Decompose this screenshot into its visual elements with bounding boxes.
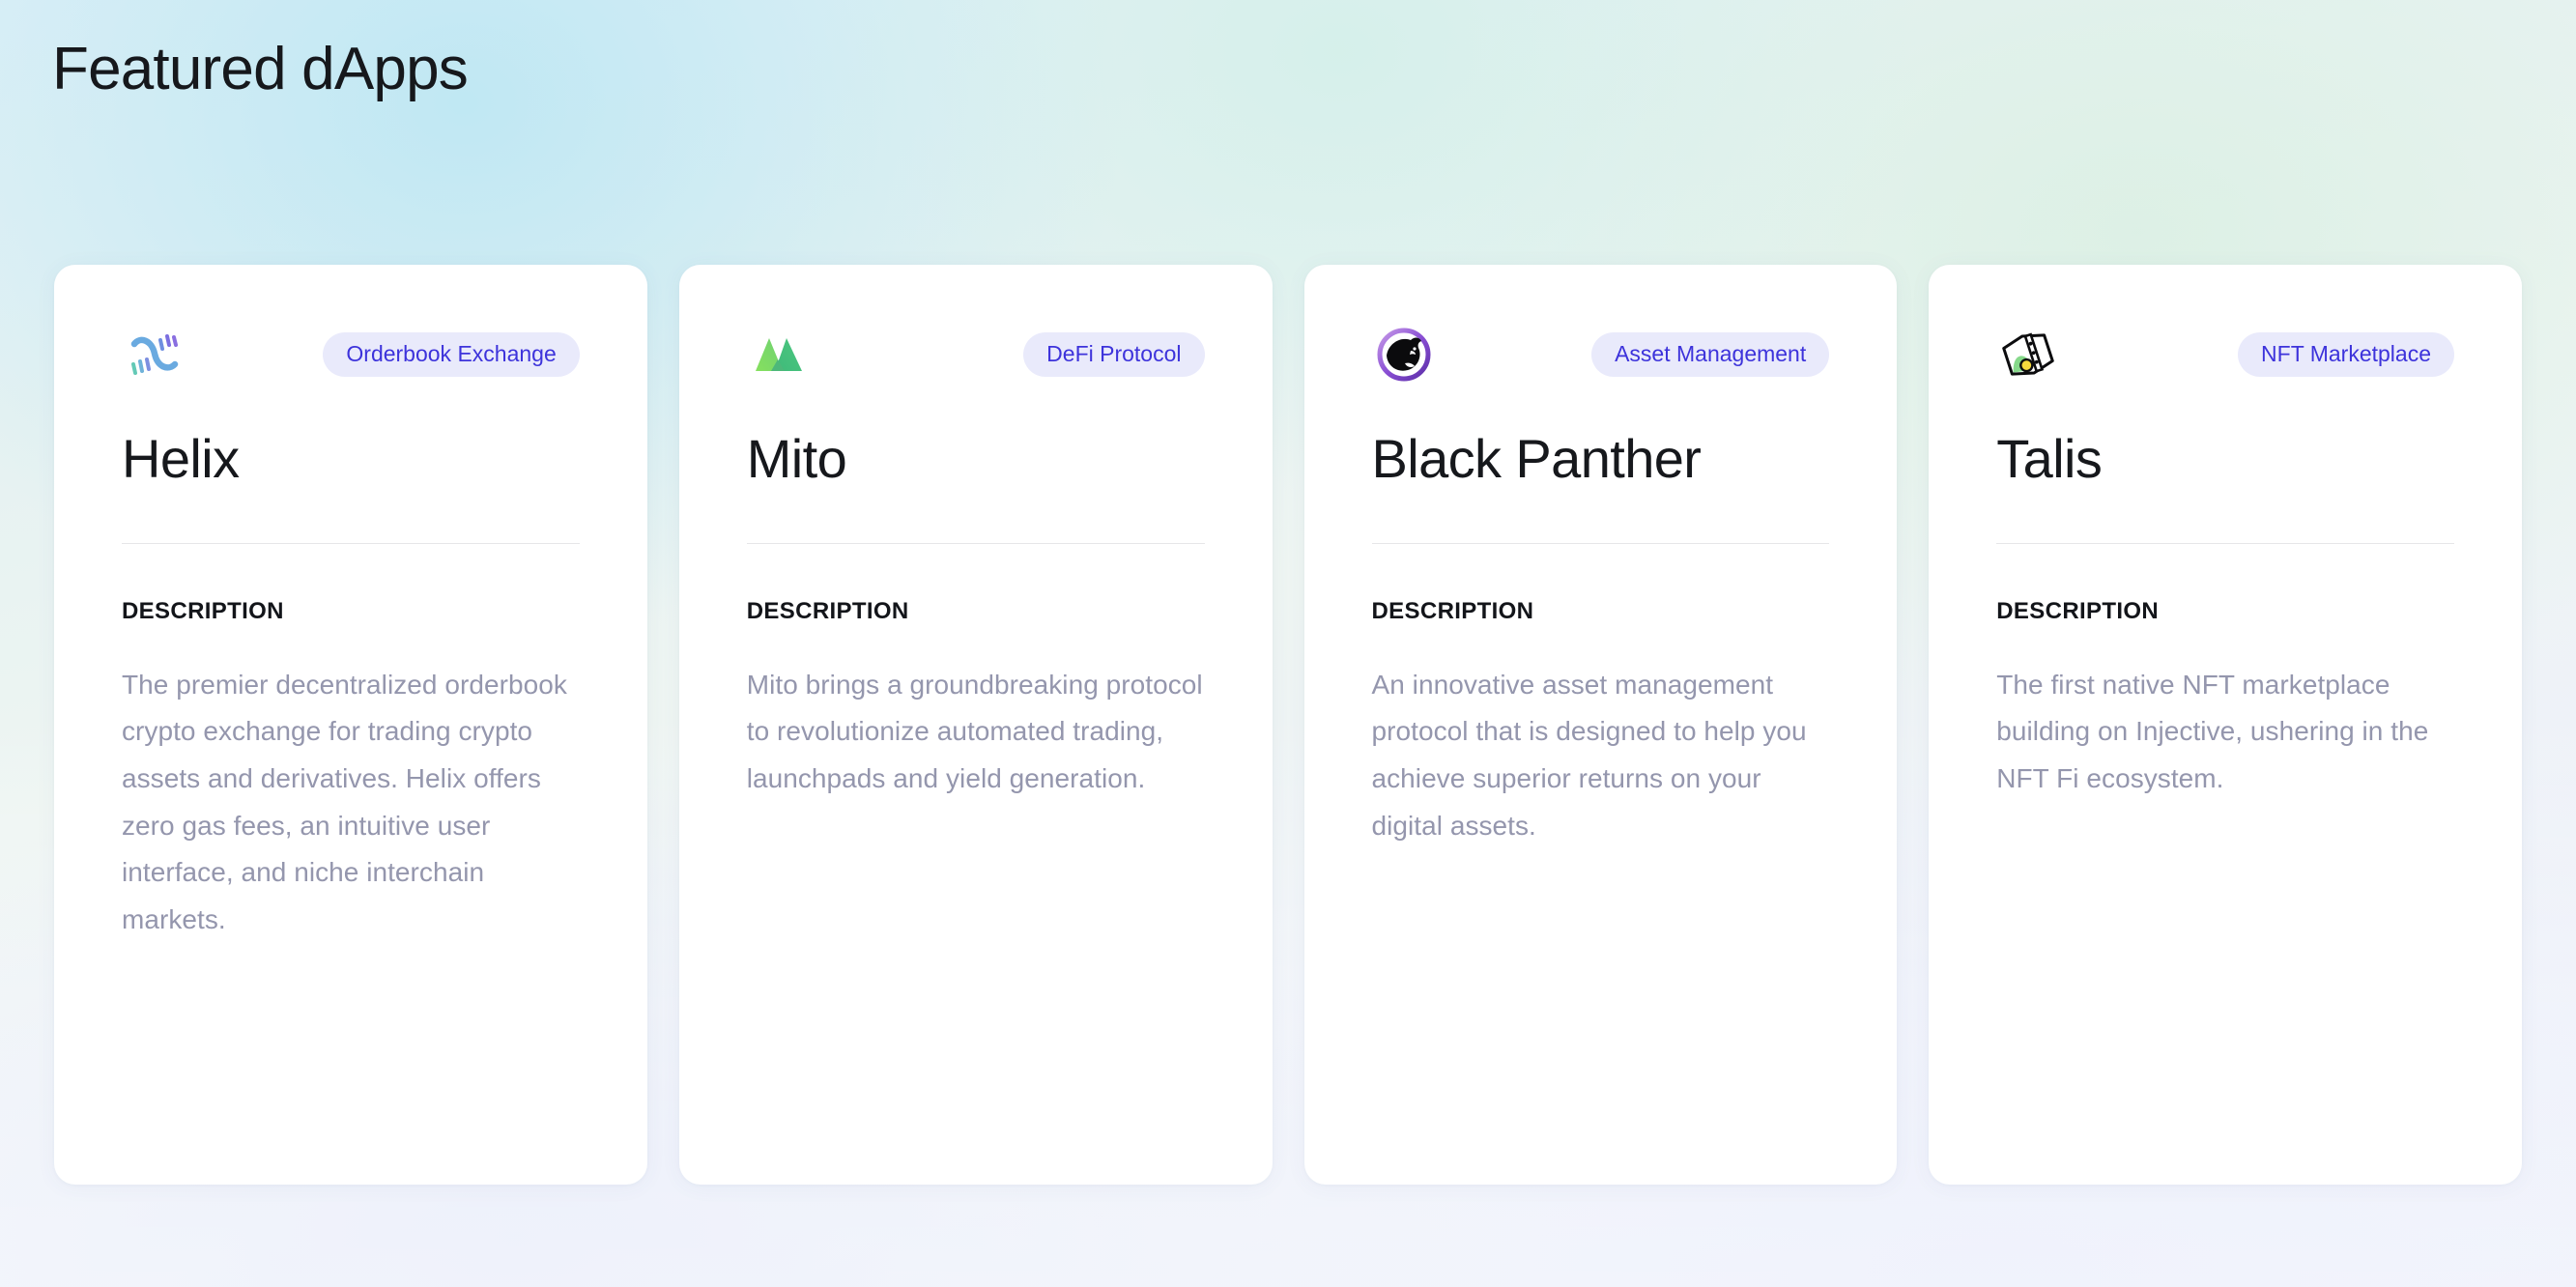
dapp-category-badge[interactable]: Orderbook Exchange xyxy=(323,332,580,377)
card-header: Orderbook Exchange xyxy=(122,323,580,386)
card-divider xyxy=(1371,542,1830,544)
dapp-name: Mito xyxy=(746,428,847,489)
page-title: Featured dApps xyxy=(52,36,469,102)
dapp-name: Black Panther xyxy=(1371,428,1702,489)
featured-dapps-page: Featured dApps Orderbook Exchange Helix … xyxy=(0,0,2576,1287)
description-label: DESCRIPTION xyxy=(1996,597,2160,624)
dapp-category-badge[interactable]: DeFi Protocol xyxy=(1023,332,1205,377)
description-label: DESCRIPTION xyxy=(122,597,284,624)
card-header: Asset Management xyxy=(1372,323,1830,386)
card-divider xyxy=(746,542,1205,544)
card-divider xyxy=(122,542,580,544)
card-divider xyxy=(1996,542,2454,544)
description-label: DESCRIPTION xyxy=(1371,597,1534,624)
dapp-name: Helix xyxy=(122,428,240,489)
dapp-card-mito[interactable]: DeFi Protocol Mito DESCRIPTION Mito brin… xyxy=(678,265,1273,1185)
card-header: DeFi Protocol xyxy=(747,323,1205,386)
dapp-description: The first native NFT marketplace buildin… xyxy=(1996,669,2429,794)
dapp-description: Mito brings a groundbreaking protocol to… xyxy=(746,669,1203,794)
dapp-card-helix[interactable]: Orderbook Exchange Helix DESCRIPTION The… xyxy=(54,265,647,1185)
description-label: DESCRIPTION xyxy=(746,597,909,624)
mito-logo-icon xyxy=(747,323,811,386)
helix-logo-icon xyxy=(122,323,186,386)
dapp-description: The premier decentralized orderbook cryp… xyxy=(122,669,567,935)
dapp-card-black-panther[interactable]: Asset Management Black Panther DESCRIPTI… xyxy=(1303,265,1898,1185)
dapp-card-talis[interactable]: NFT Marketplace Talis DESCRIPTION The fi… xyxy=(1929,265,2522,1185)
dapp-card-grid: Orderbook Exchange Helix DESCRIPTION The… xyxy=(54,265,2522,1185)
black-panther-logo-icon xyxy=(1372,323,1436,386)
dapp-name: Talis xyxy=(1996,428,2103,489)
dapp-description: An innovative asset management protocol … xyxy=(1371,669,1807,841)
card-header: NFT Marketplace xyxy=(1996,323,2454,386)
dapp-category-badge[interactable]: NFT Marketplace xyxy=(2238,332,2454,377)
dapp-category-badge[interactable]: Asset Management xyxy=(1591,332,1830,377)
talis-logo-icon xyxy=(1996,323,2060,386)
